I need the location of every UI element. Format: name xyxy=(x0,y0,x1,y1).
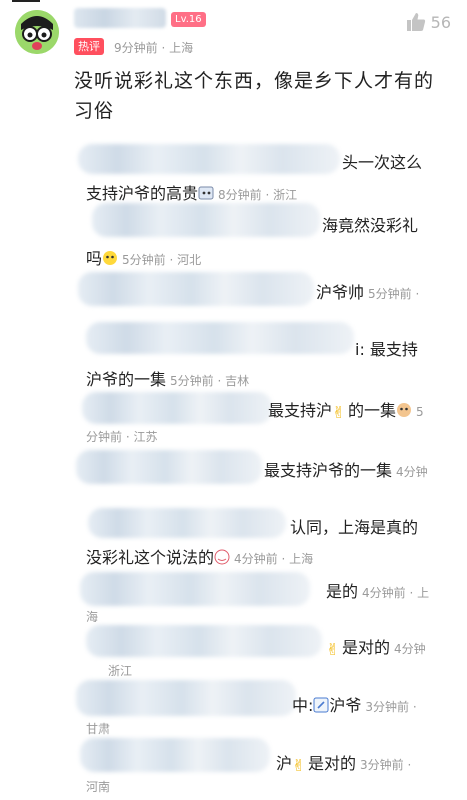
reply-text: 最支持沪爷的一集 xyxy=(264,461,393,480)
thumbs-up-icon xyxy=(406,13,425,31)
reply-item[interactable]: 支持沪爷的高贵 8分钟前 · 浙江 xyxy=(86,180,297,204)
reply-meta: 5分钟前 · xyxy=(368,287,420,301)
reply-meta: 3分钟前 · xyxy=(365,700,417,714)
reply-name-blurred xyxy=(82,392,272,424)
emoji-icon xyxy=(396,402,412,418)
reply-meta: 5 xyxy=(416,405,424,419)
reply-text[interactable]: 认同，上海是真的 xyxy=(290,514,418,538)
reply-meta: 3分钟前 · xyxy=(360,758,412,772)
victory-hand-icon: ✌ xyxy=(292,756,306,775)
reply-item[interactable]: 沪✌ 是对的 3分钟前 · xyxy=(276,750,412,775)
reply-item[interactable]: 没彩礼这个说法的 4分钟前 · 上海 xyxy=(86,544,313,568)
reply-name-blurred xyxy=(86,625,322,657)
reply-meta: 河南 xyxy=(86,780,111,794)
reply-meta: 5分钟前 · 河北 xyxy=(122,253,202,267)
reply-name-blurred xyxy=(80,572,310,606)
reply-item[interactable]: 最支持沪爷的一集 4分钟 xyxy=(264,457,428,481)
reply-meta: 8分钟前 · 浙江 xyxy=(218,188,298,202)
reply-text: 没彩礼这个说法的 xyxy=(86,548,215,567)
reply-meta: 甘肃 xyxy=(86,722,111,736)
reply-text: 支持沪爷的高贵 xyxy=(86,184,199,203)
like-count: 56 xyxy=(430,12,451,32)
hot-comment-tag: 热评 xyxy=(74,38,104,55)
victory-hand-icon: ✌ xyxy=(332,403,346,422)
reply-text[interactable]: i: 最支持 xyxy=(355,336,418,360)
reply-meta: 4分钟前 · 上 xyxy=(362,586,430,600)
reply-text: 是的 xyxy=(326,582,359,601)
reply-text: 沪爷 xyxy=(329,696,362,715)
username-blurred[interactable] xyxy=(74,8,166,28)
emoji-icon xyxy=(198,185,214,201)
reply-name-blurred xyxy=(76,680,296,716)
comment-meta: 9分钟前 · 上海 xyxy=(114,41,194,55)
reply-name-blurred xyxy=(86,322,354,354)
link-icon xyxy=(313,697,329,713)
reply-meta: 海 xyxy=(86,610,99,624)
reply-item[interactable]: ✌ 是对的 4分钟 xyxy=(326,634,426,659)
reply-text[interactable]: 头一次这么 xyxy=(342,149,422,173)
reply-text: 最支持沪 xyxy=(268,401,333,420)
level-badge: Lv.16 xyxy=(171,12,206,27)
avatar[interactable] xyxy=(15,10,59,54)
reply-text: 是对的 xyxy=(308,754,357,773)
top-edge-line xyxy=(12,0,40,2)
reply-item[interactable]: 沪爷的一集 5分钟前 · 吉林 xyxy=(86,366,249,390)
reply-name-blurred xyxy=(88,508,286,538)
reply-text: 是对的 xyxy=(342,638,391,657)
reply-item[interactable]: 是的 4分钟前 · 上 xyxy=(326,578,429,602)
reply-name-blurred xyxy=(78,144,340,174)
reply-meta: 4分钟 xyxy=(396,465,428,479)
like-button[interactable]: 56 xyxy=(406,12,451,32)
reply-text[interactable]: 海竟然没彩礼 xyxy=(322,212,418,236)
reply-item[interactable]: 中: 沪爷 3分钟前 · xyxy=(292,692,417,716)
reply-item[interactable]: 吗 5分钟前 · 河北 xyxy=(86,245,201,269)
reply-meta: 4分钟前 · 上海 xyxy=(234,552,314,566)
reply-item[interactable]: 沪爷帅 5分钟前 · xyxy=(316,279,419,303)
reply-meta: 浙江 xyxy=(108,664,133,678)
reply-text: 的一集 xyxy=(348,401,397,420)
reply-meta: 5分钟前 · 吉林 xyxy=(170,374,250,388)
reply-item[interactable]: 最支持沪✌ 的一集 5 xyxy=(268,397,424,422)
reply-name-blurred xyxy=(80,738,270,772)
reply-meta: 分钟前 · 江苏 xyxy=(86,430,158,444)
reply-text: 中: xyxy=(292,696,314,715)
comment-text[interactable]: 没听说彩礼这个东西，像是乡下人才有的习俗 xyxy=(74,66,446,126)
reply-name-blurred xyxy=(76,450,262,484)
victory-hand-icon: ✌ xyxy=(326,640,340,659)
reply-name-blurred xyxy=(78,272,314,306)
reply-text: 沪 xyxy=(276,754,293,773)
reply-meta: 4分钟 xyxy=(394,642,426,656)
reply-text: 沪爷的一集 xyxy=(86,370,167,389)
reply-text: 沪爷帅 xyxy=(316,283,365,302)
avatar-cartoon-icon xyxy=(15,10,59,54)
emoji-icon xyxy=(102,250,118,266)
emoji-icon xyxy=(214,549,230,565)
reply-name-blurred xyxy=(92,203,320,237)
reply-text: 吗 xyxy=(86,249,103,268)
